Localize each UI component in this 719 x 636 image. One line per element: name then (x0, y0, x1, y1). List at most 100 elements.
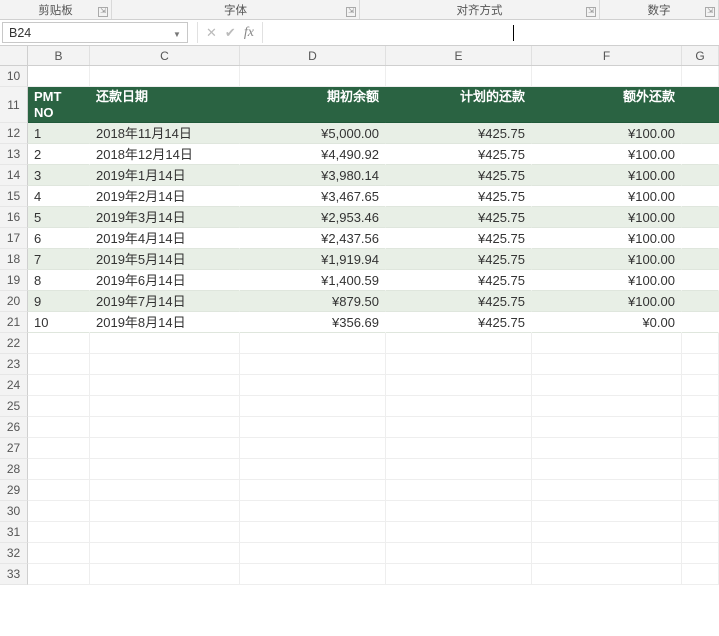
empty-cell[interactable] (386, 564, 532, 585)
empty-cell[interactable] (28, 459, 90, 480)
row-header[interactable]: 24 (0, 375, 28, 396)
table-cell[interactable]: 6 (28, 228, 90, 249)
row-header[interactable]: 25 (0, 396, 28, 417)
empty-cell[interactable] (90, 522, 240, 543)
empty-cell[interactable] (240, 522, 386, 543)
empty-cell[interactable] (28, 66, 90, 87)
table-cell[interactable]: ¥425.75 (386, 291, 532, 312)
dialog-launcher-icon[interactable]: ⇲ (346, 7, 356, 17)
table-header-cell[interactable] (682, 87, 719, 123)
empty-cell[interactable] (682, 333, 719, 354)
row-header[interactable]: 23 (0, 354, 28, 375)
row-header[interactable]: 16 (0, 207, 28, 228)
table-cell[interactable]: ¥100.00 (532, 186, 682, 207)
table-cell[interactable]: 5 (28, 207, 90, 228)
name-box-dropdown-icon[interactable]: ▼ (171, 27, 183, 41)
empty-cell[interactable] (386, 354, 532, 375)
table-cell[interactable]: ¥879.50 (240, 291, 386, 312)
empty-cell[interactable] (90, 501, 240, 522)
empty-cell[interactable] (682, 354, 719, 375)
empty-cell[interactable] (682, 543, 719, 564)
name-box[interactable]: B24 ▼ (2, 22, 188, 43)
table-cell[interactable]: ¥2,953.46 (240, 207, 386, 228)
empty-cell[interactable] (240, 480, 386, 501)
empty-cell[interactable] (532, 543, 682, 564)
empty-cell[interactable] (28, 396, 90, 417)
table-cell[interactable]: ¥425.75 (386, 228, 532, 249)
empty-cell[interactable] (28, 438, 90, 459)
row-header[interactable]: 27 (0, 438, 28, 459)
formula-input[interactable] (262, 22, 717, 43)
empty-cell[interactable] (386, 438, 532, 459)
empty-cell[interactable] (682, 501, 719, 522)
row-header[interactable]: 15 (0, 186, 28, 207)
table-cell[interactable]: 2018年11月14日 (90, 123, 240, 144)
table-cell[interactable]: 3 (28, 165, 90, 186)
column-header[interactable]: D (240, 46, 386, 65)
empty-cell[interactable] (682, 480, 719, 501)
empty-cell[interactable] (90, 564, 240, 585)
row-header[interactable]: 29 (0, 480, 28, 501)
fx-icon[interactable]: fx (244, 25, 254, 41)
table-cell[interactable]: ¥100.00 (532, 228, 682, 249)
table-cell[interactable] (682, 207, 719, 228)
empty-cell[interactable] (386, 66, 532, 87)
empty-cell[interactable] (386, 459, 532, 480)
table-cell[interactable]: 2019年4月14日 (90, 228, 240, 249)
empty-cell[interactable] (240, 438, 386, 459)
empty-cell[interactable] (90, 333, 240, 354)
row-header[interactable]: 14 (0, 165, 28, 186)
cancel-icon[interactable]: ✕ (206, 25, 217, 41)
empty-cell[interactable] (28, 417, 90, 438)
table-cell[interactable]: 4 (28, 186, 90, 207)
table-cell[interactable]: 2019年8月14日 (90, 312, 240, 333)
table-cell[interactable]: ¥100.00 (532, 291, 682, 312)
table-cell[interactable]: ¥425.75 (386, 312, 532, 333)
empty-cell[interactable] (28, 354, 90, 375)
select-all-corner[interactable] (0, 46, 28, 65)
row-header[interactable]: 21 (0, 312, 28, 333)
empty-cell[interactable] (90, 375, 240, 396)
table-cell[interactable]: 9 (28, 291, 90, 312)
table-cell[interactable]: ¥425.75 (386, 123, 532, 144)
table-cell[interactable]: ¥425.75 (386, 249, 532, 270)
table-cell[interactable]: 10 (28, 312, 90, 333)
empty-cell[interactable] (240, 396, 386, 417)
table-cell[interactable]: ¥100.00 (532, 249, 682, 270)
empty-cell[interactable] (28, 501, 90, 522)
table-cell[interactable] (682, 270, 719, 291)
table-cell[interactable]: ¥3,467.65 (240, 186, 386, 207)
empty-cell[interactable] (386, 543, 532, 564)
table-cell[interactable]: ¥100.00 (532, 270, 682, 291)
empty-cell[interactable] (386, 417, 532, 438)
table-cell[interactable] (682, 165, 719, 186)
table-cell[interactable]: ¥100.00 (532, 144, 682, 165)
confirm-icon[interactable]: ✔ (225, 25, 236, 41)
table-header-cell[interactable]: 期初余额 (240, 87, 386, 123)
empty-cell[interactable] (386, 375, 532, 396)
row-header[interactable]: 30 (0, 501, 28, 522)
column-header[interactable]: G (682, 46, 719, 65)
table-cell[interactable] (682, 144, 719, 165)
row-header[interactable]: 33 (0, 564, 28, 585)
table-cell[interactable]: 2019年1月14日 (90, 165, 240, 186)
empty-cell[interactable] (90, 438, 240, 459)
empty-cell[interactable] (532, 417, 682, 438)
empty-cell[interactable] (240, 417, 386, 438)
row-header[interactable]: 11 (0, 87, 28, 123)
empty-cell[interactable] (532, 501, 682, 522)
empty-cell[interactable] (532, 480, 682, 501)
table-cell[interactable]: ¥2,437.56 (240, 228, 386, 249)
table-cell[interactable] (682, 249, 719, 270)
table-cell[interactable]: 2019年5月14日 (90, 249, 240, 270)
empty-cell[interactable] (90, 543, 240, 564)
table-header-cell[interactable]: 还款日期 (90, 87, 240, 123)
column-header[interactable]: C (90, 46, 240, 65)
empty-cell[interactable] (386, 501, 532, 522)
empty-cell[interactable] (240, 501, 386, 522)
table-cell[interactable]: ¥425.75 (386, 186, 532, 207)
empty-cell[interactable] (532, 564, 682, 585)
empty-cell[interactable] (532, 375, 682, 396)
table-cell[interactable] (682, 123, 719, 144)
empty-cell[interactable] (532, 522, 682, 543)
